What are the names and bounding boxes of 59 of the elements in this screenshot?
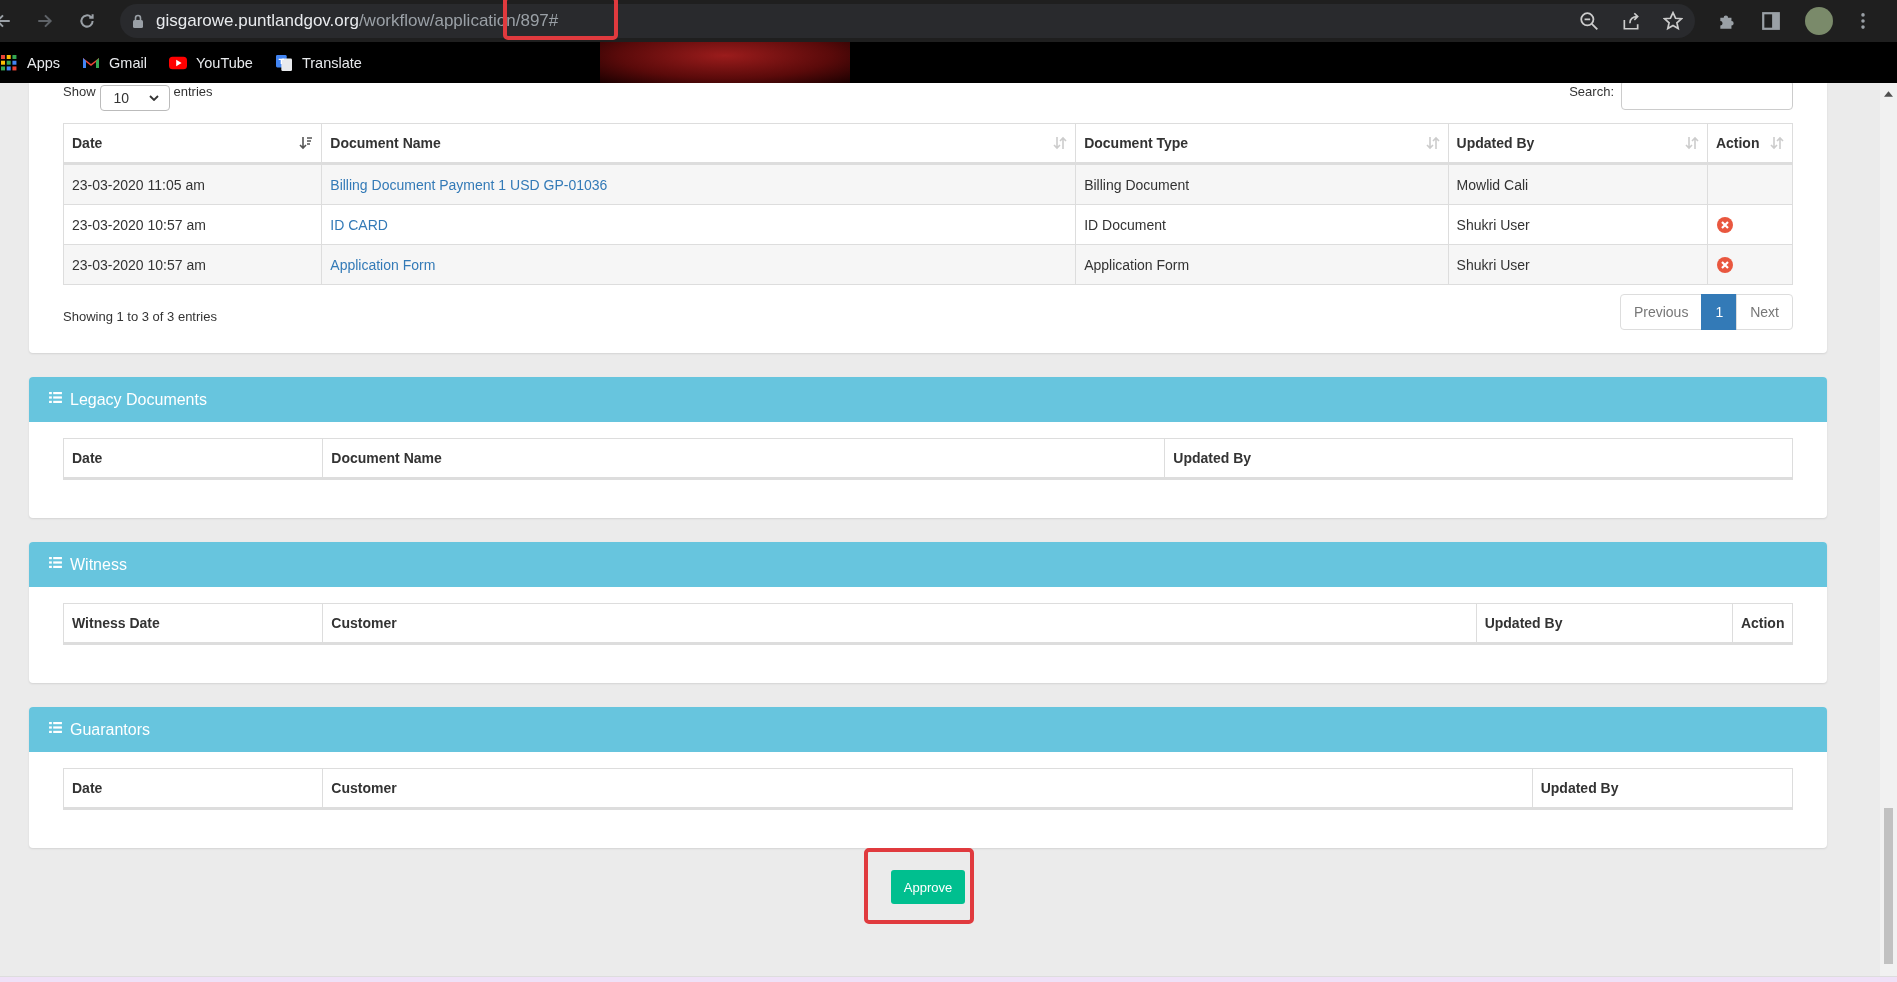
list-icon xyxy=(49,722,62,733)
bookmark-link[interactable]: YouTube xyxy=(168,54,253,71)
chevron-down-icon xyxy=(148,95,159,101)
bookmark-link[interactable]: Translate xyxy=(274,54,362,71)
scrollbar-thumb[interactable] xyxy=(1884,808,1893,964)
share-icon[interactable] xyxy=(1621,11,1641,31)
table-cell: ID Document xyxy=(1075,204,1449,245)
entries-dropdown[interactable]: 10 xyxy=(99,85,170,111)
bookmark-link[interactable]: Apps xyxy=(0,54,61,71)
panel-title: Witness xyxy=(70,555,127,574)
table-cell: 23-03-2020 10:57 am xyxy=(63,244,322,285)
label-text: Show xyxy=(63,84,96,99)
table-cell: 23-03-2020 11:05 am xyxy=(63,163,322,205)
pagination-button[interactable]: 1 xyxy=(1701,294,1738,330)
translate-icon xyxy=(274,54,293,71)
column-header: Customer xyxy=(322,603,1477,644)
column-header: Updated By xyxy=(1164,438,1793,479)
panel-title: Legacy Documents xyxy=(70,390,207,409)
bookmark-link[interactable]: Gmail xyxy=(82,54,147,71)
label-text: Search: xyxy=(1569,84,1614,99)
table-cell: Shukri User xyxy=(1448,244,1708,285)
list-icon xyxy=(49,557,62,568)
document-link[interactable]: ID CARD xyxy=(330,216,388,233)
column-header: Date xyxy=(63,438,323,479)
document-link[interactable]: Billing Document Payment 1 USD GP-01036 xyxy=(330,176,608,193)
table-cell: Mowlid Cali xyxy=(1448,163,1708,205)
table-cell: Billing Document xyxy=(1075,163,1449,205)
grid-icon xyxy=(0,54,18,71)
list-icon xyxy=(49,392,62,403)
column-header: Witness Date xyxy=(63,603,323,644)
table-cell: Shukri User xyxy=(1448,204,1708,245)
close-icon[interactable] xyxy=(1716,216,1733,233)
zoom-out-icon[interactable] xyxy=(1579,11,1599,31)
profile-avatar[interactable] xyxy=(1805,7,1833,35)
column-header: Action xyxy=(1732,603,1793,644)
pagination-button[interactable]: Next xyxy=(1736,294,1793,330)
label-text: entries xyxy=(173,84,213,99)
table-cell: 23-03-2020 10:57 am xyxy=(63,204,322,245)
column-header: Document Name xyxy=(322,438,1165,479)
pagination-button[interactable]: Previous xyxy=(1619,294,1703,330)
sort-descending-icon[interactable] xyxy=(299,136,314,150)
side-panel-icon[interactable] xyxy=(1761,11,1781,31)
scrollbar[interactable] xyxy=(1880,83,1897,976)
column-header: Updated By xyxy=(1532,768,1793,809)
reload-icon[interactable] xyxy=(78,12,96,30)
close-icon[interactable] xyxy=(1716,256,1733,273)
table-cell: Application Form xyxy=(1075,244,1449,285)
column-header: Customer xyxy=(322,768,1533,809)
forward-arrow-icon[interactable] xyxy=(36,12,54,30)
search-field[interactable] xyxy=(1621,80,1793,110)
column-header: Date xyxy=(63,768,323,809)
column-header: Updated By xyxy=(1476,603,1733,644)
play-button-icon xyxy=(168,54,187,71)
document-link[interactable]: Application Form xyxy=(330,256,436,273)
panel-title: Guarantors xyxy=(70,720,151,739)
scroll-up-arrow-icon[interactable] xyxy=(1884,91,1893,97)
lock-icon xyxy=(132,14,144,28)
star-icon[interactable] xyxy=(1663,11,1683,31)
entries-info: Showing 1 to 3 of 3 entries xyxy=(63,309,217,324)
